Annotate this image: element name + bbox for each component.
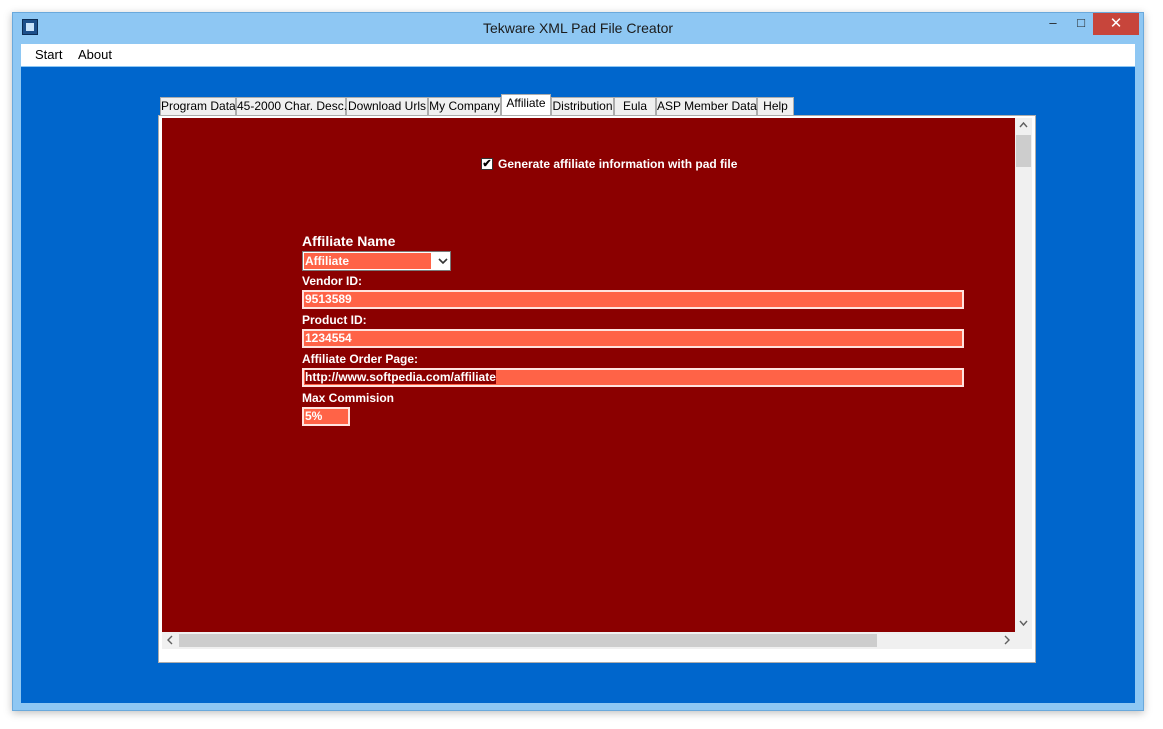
close-button[interactable]: ✕ bbox=[1093, 13, 1139, 35]
window-title: Tekware XML Pad File Creator bbox=[482, 20, 674, 36]
vendor-id-input[interactable]: 9513589 bbox=[302, 290, 964, 309]
tab-help[interactable]: Help bbox=[757, 97, 794, 115]
scroll-up-icon[interactable] bbox=[1015, 119, 1032, 134]
affiliate-name-value: Affiliate bbox=[304, 253, 431, 269]
menu-bar: Start About bbox=[21, 44, 1135, 66]
scroll-left-icon[interactable] bbox=[162, 634, 179, 649]
horizontal-scrollbar[interactable] bbox=[162, 632, 1015, 649]
generate-affiliate-checkbox[interactable]: ✔ bbox=[481, 158, 493, 170]
vertical-scrollbar[interactable] bbox=[1015, 118, 1032, 632]
vertical-scroll-thumb[interactable] bbox=[1016, 135, 1031, 167]
max-commission-input[interactable]: 5% bbox=[302, 407, 350, 426]
tab-download-urls[interactable]: Download Urls bbox=[346, 97, 428, 115]
client-area: Program Data 45-2000 Char. Desc. Downloa… bbox=[21, 67, 1135, 703]
tab-program-data[interactable]: Program Data bbox=[160, 97, 236, 115]
tab-eula[interactable]: Eula bbox=[614, 97, 656, 115]
maximize-button[interactable]: □ bbox=[1068, 13, 1094, 35]
affiliate-name-label: Affiliate Name bbox=[302, 233, 396, 249]
chevron-down-icon[interactable] bbox=[438, 253, 448, 272]
vendor-id-label: Vendor ID: bbox=[302, 274, 363, 288]
order-page-label: Affiliate Order Page: bbox=[302, 352, 419, 366]
affiliate-name-select[interactable]: Affiliate bbox=[302, 251, 451, 271]
menu-about[interactable]: About bbox=[78, 47, 112, 62]
affiliate-tab-page: ✔ Generate affiliate information with pa… bbox=[158, 115, 1036, 663]
minimize-button[interactable]: – bbox=[1040, 13, 1066, 35]
product-id-input[interactable]: 1234554 bbox=[302, 329, 964, 348]
scroll-right-icon[interactable] bbox=[998, 634, 1015, 649]
scroll-corner bbox=[1015, 632, 1032, 649]
tab-asp-member-data[interactable]: ASP Member Data bbox=[656, 97, 757, 115]
tab-my-company[interactable]: My Company bbox=[428, 97, 501, 115]
app-window: Tekware XML Pad File Creator – □ ✕ Start… bbox=[12, 12, 1144, 711]
order-page-value: http://www.softpedia.com/affiliate bbox=[305, 370, 496, 384]
scroll-down-icon[interactable] bbox=[1015, 617, 1032, 632]
generate-affiliate-label: Generate affiliate information with pad … bbox=[498, 157, 738, 171]
title-bar[interactable]: Tekware XML Pad File Creator – □ ✕ bbox=[13, 13, 1143, 43]
affiliate-panel: ✔ Generate affiliate information with pa… bbox=[162, 118, 1015, 632]
product-id-label: Product ID: bbox=[302, 313, 367, 327]
tab-distribution[interactable]: Distribution bbox=[551, 97, 614, 115]
horizontal-scroll-thumb[interactable] bbox=[179, 634, 877, 647]
max-commission-label: Max Commision bbox=[302, 391, 395, 405]
tab-char-desc[interactable]: 45-2000 Char. Desc. bbox=[236, 97, 347, 115]
tab-affiliate[interactable]: Affiliate bbox=[501, 94, 551, 115]
order-page-input[interactable]: http://www.softpedia.com/affiliate bbox=[302, 368, 964, 387]
menu-start[interactable]: Start bbox=[35, 47, 62, 62]
